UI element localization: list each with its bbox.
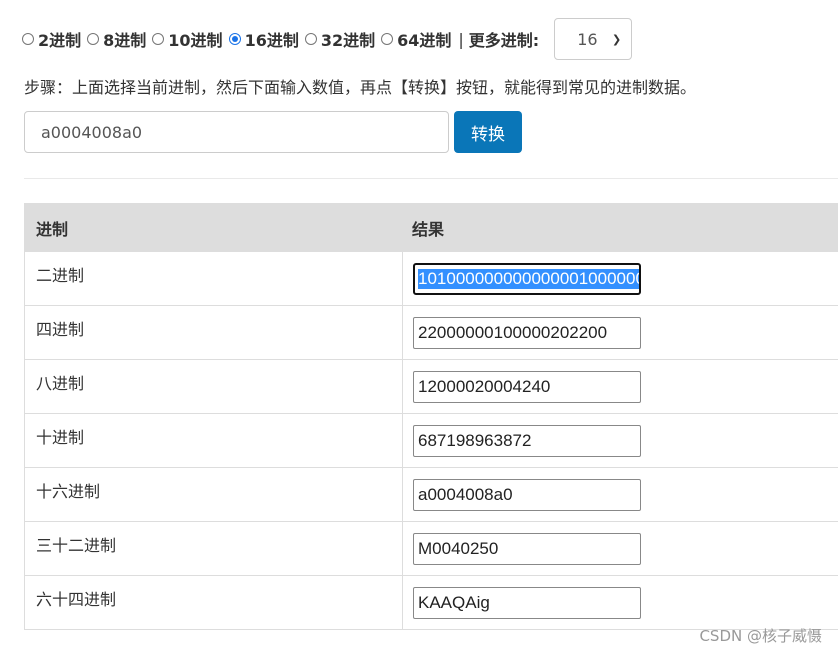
divider [24,178,838,179]
result-value: 687198963872 [418,430,532,450]
result-value: KAAQAig [418,592,490,612]
result-input[interactable]: 1010000000000000010000000000100010100000 [413,262,641,295]
radix-name-cell: 四进制 [25,306,403,359]
result-cell: 1010000000000000010000000000100010100000 [403,252,641,305]
radio-button-checked-icon[interactable] [228,33,241,45]
radio-label: 16进制 [244,31,299,50]
radio-button-icon[interactable] [87,33,100,45]
radix-name-cell: 三十二进制 [25,522,403,575]
table-header: 进制 结果 [24,203,838,252]
result-input[interactable]: 12000020004240 [413,370,641,403]
table-row: 四进制 22000000100000202200 [24,306,838,360]
radio-option-8[interactable]: 8进制 [87,27,146,51]
radio-label: 64进制 [397,31,452,50]
watermark: CSDN @核子威慑 [699,627,822,645]
separator: | [458,29,464,49]
radio-option-32[interactable]: 32进制 [304,27,376,51]
radio-button-icon[interactable] [22,33,34,45]
result-input[interactable]: KAAQAig [413,586,641,619]
radio-label: 32进制 [320,31,376,50]
result-cell: 12000020004240 [403,360,641,413]
radio-option-16[interactable]: 16进制 [228,27,299,51]
radio-option-10[interactable]: 10进制 [152,27,223,51]
radio-label: 8进制 [103,31,147,50]
table-row: 十六进制 a0004008a0 [24,468,838,522]
radix-name-cell: 六十四进制 [25,576,403,629]
radix-name-cell: 十进制 [25,414,403,467]
more-radix-label: 更多进制: [468,31,540,50]
result-value: 12000020004240 [418,376,551,396]
result-value: 22000000100000202200 [418,322,608,342]
results-table: 进制 结果 二进制 1010000000000000010000000000100… [24,203,838,630]
table-row: 十进制 687198963872 [24,414,838,468]
result-cell: 687198963872 [403,414,641,467]
radio-button-icon[interactable] [304,33,317,45]
table-row: 八进制 12000020004240 [24,360,838,414]
result-cell: a0004008a0 [403,468,641,521]
instructions-text: 步骤：上面选择当前进制，然后下面输入数值，再点【转换】按钮，就能得到常见的进制数… [24,78,697,97]
table-row: 二进制 1010000000000000010000000000100010100… [24,252,838,306]
result-cell: M0040250 [403,522,641,575]
result-cell: KAAQAig [403,576,641,629]
result-input[interactable]: 22000000100000202200 [413,316,641,349]
radix-name-cell: 二进制 [25,252,403,305]
radio-button-icon[interactable] [152,33,165,45]
result-value: 1010000000000000010000000000100010100000 [418,268,639,289]
input-value: a0004008a0 [41,122,143,142]
radix-name-cell: 八进制 [25,360,403,413]
table-row: 三十二进制 M0040250 [24,522,838,576]
more-radix-select[interactable]: 16 ❯ [554,18,633,60]
select-value: 16 [577,29,598,49]
result-cell: 22000000100000202200 [403,306,641,359]
radix-selector: 2进制 8进制 10进制 16进制 32进制 64进制 | 更多进制: 16 ❯ [22,18,633,60]
result-input[interactable]: a0004008a0 [413,478,641,511]
result-value: M0040250 [418,538,499,558]
radio-option-2[interactable]: 2进制 [22,27,81,51]
result-input[interactable]: M0040250 [413,532,641,565]
radix-name-cell: 十六进制 [25,468,403,521]
convert-button[interactable]: 转换 [454,111,522,153]
radio-label: 2进制 [38,31,82,50]
table-row: 六十四进制 KAAQAig [24,576,838,630]
result-value: a0004008a0 [418,484,513,504]
chevron-down-icon: ❯ [611,32,622,46]
header-result: 结果 [412,219,445,239]
radio-option-64[interactable]: 64进制 [381,27,451,51]
result-input[interactable]: 687198963872 [413,424,641,457]
radio-label: 10进制 [168,31,223,50]
header-radix: 进制 [36,219,69,239]
value-input[interactable]: a0004008a0 [24,111,449,153]
radio-button-icon[interactable] [381,33,394,45]
